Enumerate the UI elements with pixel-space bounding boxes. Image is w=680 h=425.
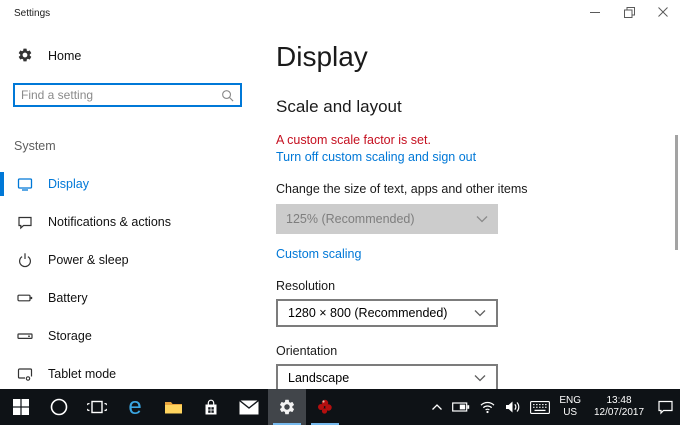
tray-volume-button[interactable]: [505, 400, 521, 414]
app-body: Home System Display: [0, 30, 680, 392]
tablet-mode-icon: [17, 366, 33, 382]
orientation-dropdown[interactable]: Landscape: [276, 364, 498, 392]
caption-buttons: [578, 0, 680, 24]
display-icon: [17, 176, 33, 192]
taskbar-apps: e: [0, 389, 344, 425]
orientation-dropdown-value: Landscape: [288, 371, 350, 385]
sidebar-item-label: Display: [48, 177, 89, 191]
sidebar-item-label: Storage: [48, 329, 92, 343]
resolution-dropdown[interactable]: 1280 × 800 (Recommended): [276, 299, 498, 327]
resolution-dropdown-value: 1280 × 800 (Recommended): [288, 306, 448, 320]
scale-dropdown-value: 125% (Recommended): [286, 212, 415, 226]
resolution-field-label: Resolution: [276, 279, 336, 293]
tray-battery-button[interactable]: [452, 400, 470, 414]
home-label: Home: [48, 49, 82, 63]
vertical-scrollbar[interactable]: [675, 135, 678, 250]
minimize-icon: [590, 12, 600, 13]
start-icon: [13, 399, 29, 415]
notifications-icon: [17, 214, 33, 230]
cortana-button[interactable]: [40, 389, 78, 425]
page-title: Display: [276, 41, 368, 72]
sidebar-group-label: System: [14, 139, 56, 153]
settings-window: Settings Home Find a setting System Disp…: [0, 0, 680, 425]
restore-icon: [623, 6, 635, 18]
wifi-icon: [480, 401, 495, 414]
sidebar-item-storage[interactable]: Storage: [0, 317, 256, 355]
power-icon: [17, 252, 33, 268]
sidebar-item-label: Tablet mode: [48, 367, 117, 381]
sidebar-item-battery[interactable]: Battery: [0, 279, 256, 317]
chevron-down-icon: [474, 375, 486, 382]
file-explorer-icon: [164, 402, 182, 414]
keyboard-icon: [530, 400, 551, 414]
sidebar-item-label: Power & sleep: [48, 253, 129, 267]
mail-button[interactable]: [230, 389, 268, 425]
red-app-icon: [318, 399, 332, 414]
battery-icon: [452, 402, 470, 412]
language-region: US: [563, 407, 578, 418]
action-center-button[interactable]: [657, 400, 674, 415]
edge-icon: e: [128, 393, 142, 420]
search-input[interactable]: [15, 88, 221, 102]
sidebar-item-home[interactable]: Home: [0, 38, 256, 74]
store-button[interactable]: [192, 389, 230, 425]
chevron-up-icon: [432, 404, 443, 410]
sidebar-nav: Display Notifications & actions Power & …: [0, 165, 256, 393]
gear-icon: [17, 47, 33, 66]
search-icon: [221, 89, 240, 102]
mail-icon: [239, 399, 259, 414]
sidebar-item-label: Notifications & actions: [48, 215, 171, 229]
file-explorer-button[interactable]: [154, 389, 192, 425]
sidebar-item-notifications[interactable]: Notifications & actions: [0, 203, 256, 241]
custom-scaling-link[interactable]: Custom scaling: [276, 247, 680, 262]
action-center-icon: [658, 400, 673, 414]
settings-gear-icon: [279, 399, 295, 415]
taskbar: e ENG US 13:48 12/07/2017: [0, 389, 680, 425]
clock-date: 12/07/2017: [593, 407, 645, 418]
volume-icon: [506, 401, 520, 413]
chevron-down-icon: [476, 216, 488, 223]
window-title: Settings: [14, 8, 51, 19]
settings-taskbar-button[interactable]: [268, 389, 306, 425]
close-icon: [658, 7, 668, 17]
tray-chevron-up-button[interactable]: [431, 403, 443, 411]
tray-language-indicator[interactable]: ENG US: [559, 395, 581, 419]
tray-clock[interactable]: 13:48 12/07/2017: [590, 395, 648, 419]
orientation-field-label: Orientation: [276, 344, 338, 358]
tray-wifi-button[interactable]: [479, 400, 496, 414]
turn-off-custom-scaling-link[interactable]: Turn off custom scaling and sign out: [276, 150, 680, 165]
cortana-icon: [50, 398, 68, 416]
title-bar: Settings: [0, 0, 680, 30]
language-code: ENG: [559, 395, 581, 406]
storage-icon: [17, 328, 33, 344]
battery-icon: [17, 290, 33, 306]
system-tray: ENG US 13:48 12/07/2017: [431, 389, 680, 425]
chevron-down-icon: [474, 310, 486, 317]
main-content: Display Scale and layout A custom scale …: [256, 30, 680, 392]
minimize-button[interactable]: [578, 0, 612, 24]
search-box[interactable]: [13, 83, 242, 107]
custom-scale-warning: A custom scale factor is set.: [276, 133, 431, 147]
start-button[interactable]: [2, 389, 40, 425]
edge-button[interactable]: e: [116, 389, 154, 425]
task-view-icon: [87, 400, 107, 414]
sidebar-item-display[interactable]: Display: [0, 165, 256, 203]
store-icon: [205, 399, 217, 414]
clock-time: 13:48: [606, 395, 632, 406]
sidebar-item-label: Battery: [48, 291, 88, 305]
tray-keyboard-button[interactable]: [530, 400, 551, 414]
scale-field-label: Change the size of text, apps and other …: [276, 182, 528, 196]
sidebar-item-tablet-mode[interactable]: Tablet mode: [0, 355, 256, 393]
scale-dropdown: 125% (Recommended): [276, 204, 498, 234]
sidebar-item-power-sleep[interactable]: Power & sleep: [0, 241, 256, 279]
restore-button[interactable]: [612, 0, 646, 24]
sidebar: Home System Display: [0, 30, 256, 389]
close-button[interactable]: [646, 0, 680, 24]
red-app-button[interactable]: [306, 389, 344, 425]
section-title: Scale and layout: [276, 97, 402, 116]
task-view-button[interactable]: [78, 389, 116, 425]
